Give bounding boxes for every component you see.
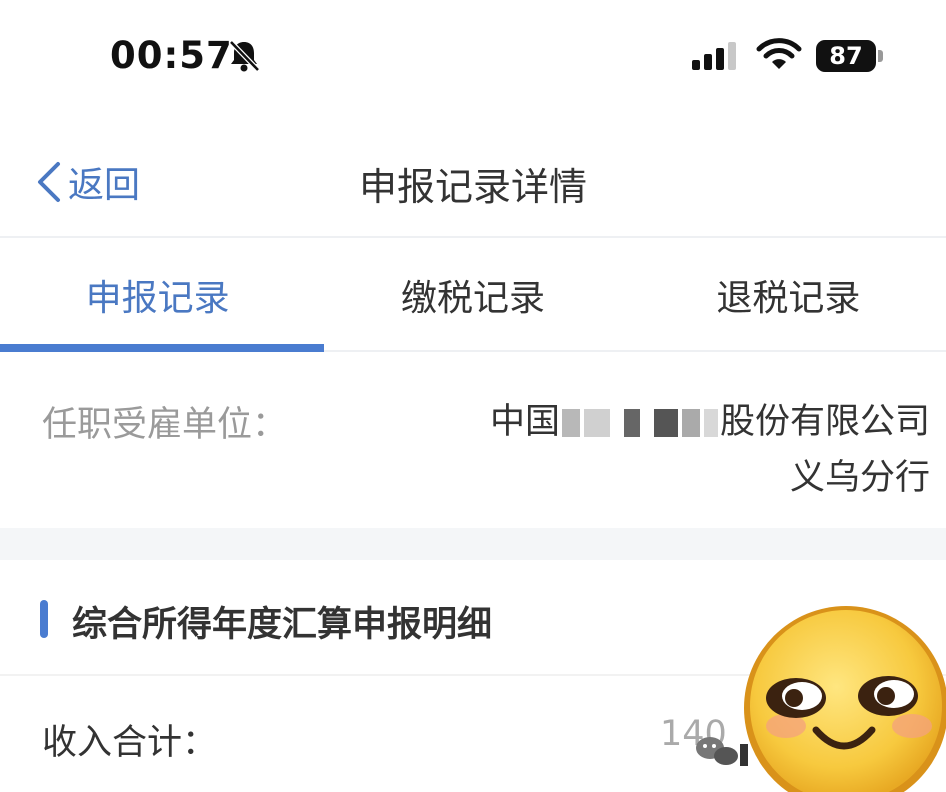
status-bar: 00:57 87 — [0, 0, 946, 110]
nav-bar: 返回 申报记录详情 — [0, 130, 946, 238]
employer-value: 中国 股份有限公司 义乌分行 — [470, 394, 930, 506]
page-title: 申报记录详情 — [358, 165, 587, 209]
redacted-block — [561, 409, 580, 437]
section-title: 综合所得年度汇算申报明细 — [72, 605, 493, 645]
redacted-block — [653, 409, 678, 437]
redacted-block — [583, 409, 610, 437]
redacted-block — [703, 409, 718, 437]
employer-name-prefix: 中国 — [489, 402, 560, 442]
section-divider — [0, 528, 946, 560]
status-time: 00:57 — [110, 34, 233, 77]
section-accent-bar — [40, 600, 48, 638]
redacted-block — [681, 409, 700, 437]
battery-icon: 87 — [816, 40, 884, 72]
smiling-emoji-sticker-icon — [744, 606, 946, 792]
employer-name-suffix: 股份有限公司 — [719, 402, 930, 442]
tab-tax-refund-records[interactable]: 退税记录 — [631, 240, 946, 350]
battery-level: 87 — [816, 40, 876, 72]
tab-declaration-records[interactable]: 申报记录 — [0, 240, 324, 352]
tab-label: 缴税记录 — [400, 278, 545, 319]
cellular-signal-icon — [692, 42, 736, 70]
employer-branch: 义乌分行 — [789, 458, 930, 498]
bell-muted-icon — [229, 40, 260, 72]
tab-bar: 申报记录 缴税记录 退税记录 — [0, 240, 946, 352]
tab-tax-payment-records[interactable]: 缴税记录 — [315, 240, 630, 350]
tab-label: 申报记录 — [85, 278, 230, 319]
employer-label: 任职受雇单位： — [42, 405, 288, 445]
active-tab-indicator — [0, 344, 324, 352]
income-total-label: 收入合计： — [42, 723, 218, 763]
tab-label: 退税记录 — [716, 278, 861, 319]
redacted-block — [623, 409, 640, 437]
wifi-icon — [756, 38, 802, 69]
employer-row: 任职受雇单位： 中国 股份有限公司 义乌分行 — [0, 354, 946, 528]
battery-tip — [878, 50, 883, 62]
